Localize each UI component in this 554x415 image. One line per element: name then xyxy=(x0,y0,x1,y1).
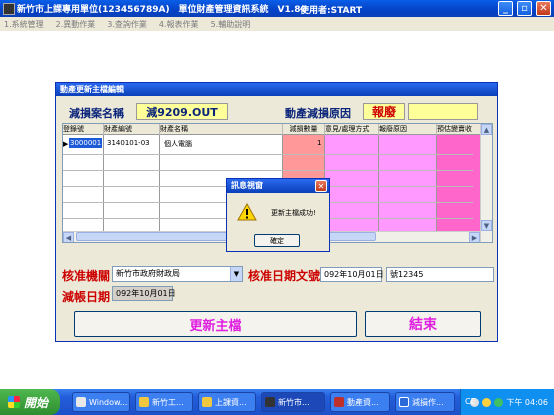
app-icon xyxy=(3,2,15,15)
maximize-button[interactable]: ▫ xyxy=(517,1,532,16)
reason-extra-field[interactable] xyxy=(408,103,478,120)
start-label: 開始 xyxy=(24,395,49,410)
task-label: 減損作... xyxy=(412,397,444,407)
opinion-column xyxy=(325,135,379,231)
tray-icon[interactable] xyxy=(482,397,492,407)
task-label: 新竹市... xyxy=(278,397,310,407)
approval-agency-value: 新竹市政府財政局 xyxy=(116,269,180,278)
menu-help[interactable]: 5.輔助說明 xyxy=(211,19,251,30)
dialog-title: 動產更新主檔編輯 xyxy=(56,83,497,96)
close-button[interactable]: ✕ xyxy=(536,1,551,16)
task-class-data[interactable]: 上課資... xyxy=(198,392,256,412)
approval-agency-label: 核准機關 xyxy=(62,269,111,283)
message-box-title: 訊息視窗 xyxy=(227,179,329,193)
update-master-button[interactable]: 更新主檔 xyxy=(74,311,357,337)
approval-date-label: 核准日期文號 xyxy=(248,269,321,283)
task-window[interactable]: Window... xyxy=(72,392,130,412)
case-name-value: 減9209.OUT xyxy=(136,103,228,120)
col-reason[interactable]: 報廢原因 xyxy=(379,124,437,135)
task-label: 動產資... xyxy=(347,397,379,407)
col-name[interactable]: 財產名稱 xyxy=(160,124,283,135)
window-icon xyxy=(76,397,86,407)
ok-button[interactable]: 確定 xyxy=(254,234,300,247)
task-label: Window... xyxy=(89,397,128,407)
folder-icon xyxy=(202,397,212,407)
grid-vertical-scrollbar[interactable]: ▲ ▼ xyxy=(480,124,492,242)
finish-button[interactable]: 結束 xyxy=(365,311,481,337)
row-divider xyxy=(63,154,473,155)
cell-name[interactable]: 個人電腦 xyxy=(164,139,192,149)
col-prop-no[interactable]: 財產編號 xyxy=(104,124,160,135)
cell-prop-no[interactable]: 3140101-03 xyxy=(107,139,150,147)
task-property-data[interactable]: 動產資... xyxy=(330,392,390,412)
task-writeoff[interactable]: 減損作... xyxy=(395,392,455,412)
row-pointer-icon: ▶ xyxy=(63,140,69,148)
tray-icon[interactable] xyxy=(494,397,504,407)
approval-doc-field[interactable]: 號12345 xyxy=(386,267,494,282)
system-tray: CE 下午 04:06 xyxy=(460,389,554,415)
start-button[interactable]: 開始 xyxy=(0,389,60,415)
grid-header: 登錄號 財產編號 財產名稱 減損數量 意見/處理方式 報廢原因 預估變賣收 xyxy=(63,124,492,135)
approval-date-field[interactable]: 092年10月01日 xyxy=(320,267,384,282)
col-opinion[interactable]: 意見/處理方式 xyxy=(325,124,379,135)
menu-query[interactable]: 3.查詢作業 xyxy=(107,19,147,30)
app-icon xyxy=(265,397,275,407)
minimize-button[interactable]: _ xyxy=(498,1,513,16)
word-icon xyxy=(399,397,409,407)
folder-icon xyxy=(139,397,149,407)
task-label: 新竹工... xyxy=(152,397,184,407)
estimate-column xyxy=(437,135,481,231)
task-folder[interactable]: 新竹工... xyxy=(135,392,193,412)
scroll-right-icon[interactable]: ▶ xyxy=(469,232,480,242)
scroll-down-icon[interactable]: ▼ xyxy=(481,220,492,231)
task-hsinchu-app[interactable]: 新竹市... xyxy=(261,392,325,412)
reason-value: 報廢 xyxy=(363,103,405,120)
reg-column xyxy=(69,135,104,231)
taskbar: 開始 Window... 新竹工... 上課資... 新竹市... 動產資...… xyxy=(0,389,554,415)
scroll-left-icon[interactable]: ◀ xyxy=(63,232,74,242)
reason-label: 動產減損原因 xyxy=(285,107,351,120)
col-reg-no[interactable]: 登錄號 xyxy=(63,124,104,135)
message-text: 更新主檔成功! xyxy=(271,209,316,217)
window-title: 新竹市上課專用單位(123456789A) 單位財產管理資訊系統 V1.80 xyxy=(17,5,307,15)
warning-icon xyxy=(237,203,257,221)
col-estimate[interactable]: 預估變賣收 xyxy=(437,124,481,135)
current-user: 使用者:START xyxy=(300,6,363,16)
case-name-label: 減損案名稱 xyxy=(69,107,124,120)
task-label: 上課資... xyxy=(215,397,247,407)
document-icon xyxy=(334,397,344,407)
menu-change[interactable]: 2.異動作業 xyxy=(56,19,96,30)
menu-system[interactable]: 1.系統管理 xyxy=(4,19,44,30)
message-box: 訊息視窗 ✕ 更新主檔成功! 確定 xyxy=(226,178,330,252)
prop-column xyxy=(104,135,160,231)
approval-agency-select[interactable]: 新竹市政府財政局 ▼ xyxy=(112,266,243,282)
row-divider xyxy=(63,170,473,171)
cell-reg-no[interactable]: 3000001 xyxy=(69,138,103,148)
app-titlebar[interactable]: 新竹市上課專用單位(123456789A) 單位財產管理資訊系統 V1.80 使… xyxy=(0,0,554,17)
windows-flag-icon xyxy=(8,396,20,408)
chevron-down-icon[interactable]: ▼ xyxy=(230,267,242,281)
cell-qty[interactable]: 1 xyxy=(317,139,321,147)
menu-report[interactable]: 4.報表作業 xyxy=(159,19,199,30)
reason-column xyxy=(379,135,437,231)
writeoff-date-field: 092年10月01日 xyxy=(112,286,176,301)
message-close-icon[interactable]: ✕ xyxy=(315,180,327,192)
language-indicator[interactable]: CE xyxy=(465,397,476,406)
clock[interactable]: 下午 04:06 xyxy=(506,397,548,408)
scroll-up-icon[interactable]: ▲ xyxy=(481,124,492,135)
col-qty[interactable]: 減損數量 xyxy=(283,124,325,135)
menubar: 1.系統管理 2.異動作業 3.查詢作業 4.報表作業 5.輔助說明 xyxy=(0,17,554,31)
writeoff-date-label: 減帳日期 xyxy=(62,290,111,304)
